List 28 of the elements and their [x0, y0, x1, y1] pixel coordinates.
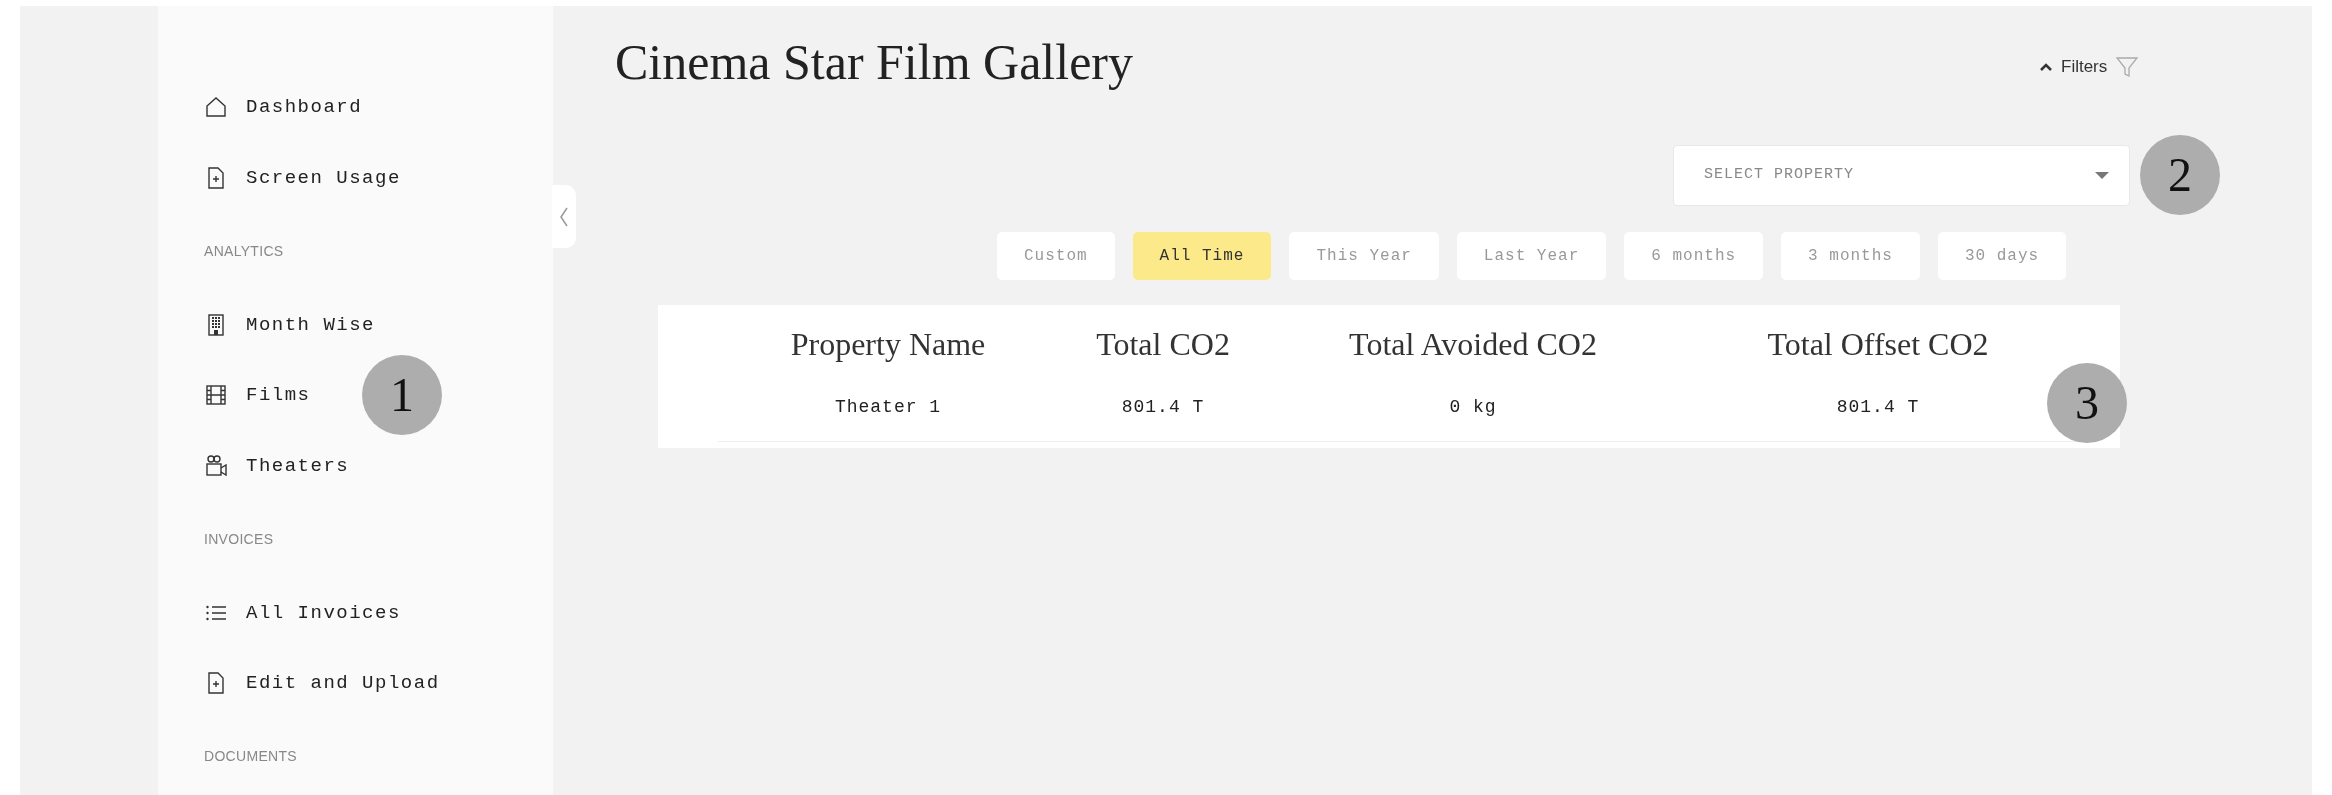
table-cell: 0 kg	[1268, 375, 1678, 441]
column-header: Total Offset CO2	[1766, 325, 1990, 364]
sidebar-item[interactable]: Films	[204, 360, 311, 431]
callout-marker: 2	[2140, 135, 2220, 215]
column-header: Total CO2	[1095, 325, 1231, 364]
table-cell: 801.4 T	[1058, 375, 1268, 441]
date-range-button[interactable]: All Time	[1132, 232, 1272, 280]
column-header: Property Name	[789, 325, 987, 364]
filters-toggle[interactable]: Filters	[2039, 54, 2140, 80]
sidebar-item[interactable]: Screen Usage	[204, 142, 401, 214]
dropdown-caret-icon	[2095, 171, 2109, 180]
sidebar-item[interactable]: Edit and Upload	[204, 648, 440, 719]
sidebar-item[interactable]: All Invoices	[204, 577, 401, 649]
chevron-left-icon	[559, 205, 569, 228]
sidebar-section-label: DOCUMENTS	[204, 747, 297, 767]
video-camera-icon	[204, 453, 228, 478]
table-cell: Theater 1	[718, 375, 1058, 441]
collapse-tab[interactable]	[552, 185, 576, 248]
page-title: Cinema Star Film Gallery	[615, 33, 1133, 92]
sidebar-item[interactable]: Dashboard	[204, 72, 363, 143]
house-icon	[204, 95, 228, 120]
film-icon	[204, 383, 228, 408]
property-select[interactable]: SELECT PROPERTY	[1673, 145, 2130, 206]
sidebar-section-label: ANALYTICS	[204, 241, 284, 261]
filter-icon	[2115, 54, 2140, 79]
sidebar-section-label: INVOICES	[204, 529, 274, 549]
column-header: Total Avoided CO2	[1348, 325, 1598, 364]
sidebar-item[interactable]: Theaters	[204, 430, 350, 502]
